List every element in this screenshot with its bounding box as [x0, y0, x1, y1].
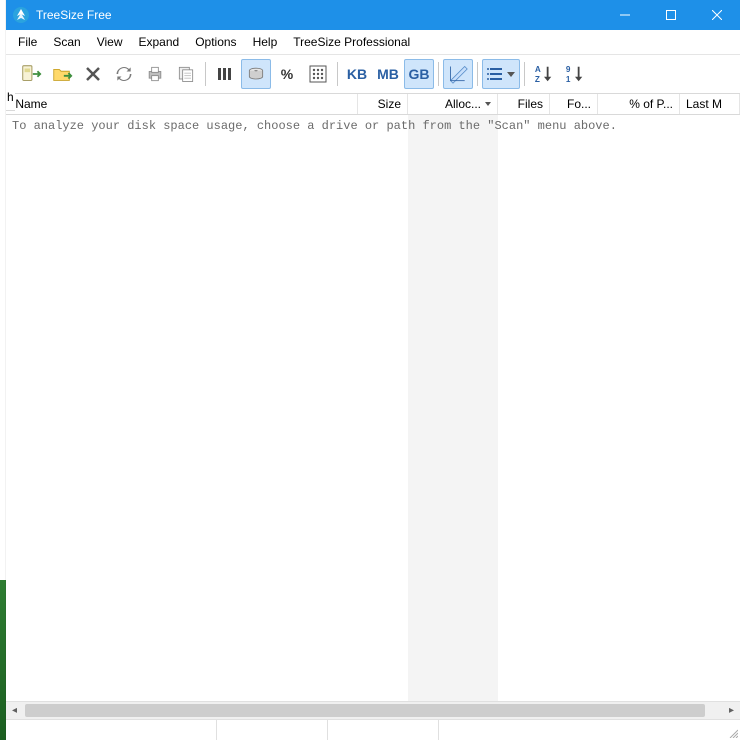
unit-gb-button[interactable]: GB: [404, 59, 434, 89]
select-folder-button[interactable]: [47, 59, 77, 89]
title-bar[interactable]: TreeSize Free: [6, 0, 740, 30]
menu-scan[interactable]: Scan: [45, 34, 88, 50]
list-options-button[interactable]: [482, 59, 520, 89]
scroll-track[interactable]: [23, 702, 723, 719]
app-icon: [12, 6, 30, 24]
scroll-right-arrow-icon[interactable]: ▸: [723, 702, 740, 719]
copy-button[interactable]: [171, 59, 201, 89]
column-size[interactable]: Size: [358, 94, 408, 114]
toolbar-separator: [524, 62, 525, 86]
status-bar: [6, 719, 740, 740]
print-button[interactable]: [140, 59, 170, 89]
svg-text:Z: Z: [535, 75, 540, 84]
svg-text:1: 1: [566, 75, 571, 84]
status-cell-4: [439, 720, 726, 740]
gb-label: GB: [409, 66, 430, 82]
svg-text:9: 9: [566, 65, 571, 74]
column-size-label: Size: [378, 97, 401, 111]
toolbar-separator: [337, 62, 338, 86]
column-folders[interactable]: Fo...: [550, 94, 598, 114]
scroll-thumb[interactable]: [25, 704, 705, 717]
column-header-row: Name Size Alloc... Files Fo... % of P...…: [6, 94, 740, 115]
column-allocated-label: Alloc...: [445, 97, 481, 111]
sort-alpha-button[interactable]: A Z: [529, 59, 559, 89]
remove-button[interactable]: [78, 59, 108, 89]
svg-text:A: A: [535, 65, 541, 74]
column-name-label: Name: [15, 97, 47, 111]
select-drive-button[interactable]: [16, 59, 46, 89]
column-folders-label: Fo...: [567, 97, 591, 111]
refresh-button[interactable]: [109, 59, 139, 89]
bar-chart-button[interactable]: [210, 59, 240, 89]
toolbar-separator: [477, 62, 478, 86]
menu-file[interactable]: File: [10, 34, 45, 50]
column-allocated[interactable]: Alloc...: [408, 94, 498, 114]
scroll-left-arrow-icon[interactable]: ◂: [6, 702, 23, 719]
menu-view[interactable]: View: [89, 34, 131, 50]
toolbar-separator: [205, 62, 206, 86]
percent-button[interactable]: %: [272, 59, 302, 89]
empty-hint-text: To analyze your disk space usage, choose…: [12, 119, 617, 133]
left-header-fragment: h: [6, 90, 15, 111]
allocated-column-shade: [408, 115, 498, 701]
column-last-modified[interactable]: Last M: [680, 94, 740, 114]
app-window: TreeSize Free File Scan View Expand Opti…: [6, 0, 740, 740]
sort-numeric-button[interactable]: 9 1: [560, 59, 590, 89]
window-title: TreeSize Free: [36, 8, 602, 22]
maximize-button[interactable]: [648, 0, 694, 30]
toolbar: % KB MB GB: [6, 55, 740, 94]
menu-help[interactable]: Help: [245, 34, 286, 50]
percent-icon: %: [281, 66, 293, 82]
column-percent-of-parent[interactable]: % of P...: [598, 94, 680, 114]
column-files-label: Files: [518, 97, 543, 111]
horizontal-scrollbar[interactable]: ◂ ▸: [6, 701, 740, 719]
menu-treesize-pro[interactable]: TreeSize Professional: [285, 34, 418, 50]
grid-button[interactable]: [303, 59, 333, 89]
status-cell-3: [328, 720, 439, 740]
disk-button[interactable]: [241, 59, 271, 89]
column-lastm-label: Last M: [686, 97, 722, 111]
menu-options[interactable]: Options: [187, 34, 244, 50]
kb-label: KB: [347, 66, 367, 82]
column-files[interactable]: Files: [498, 94, 550, 114]
column-pct-label: % of P...: [629, 97, 673, 111]
unit-mb-button[interactable]: MB: [373, 59, 403, 89]
tree-grid-body[interactable]: To analyze your disk space usage, choose…: [6, 115, 740, 701]
menu-bar: File Scan View Expand Options Help TreeS…: [6, 30, 740, 55]
resize-grip-icon[interactable]: [726, 720, 740, 740]
close-button[interactable]: [694, 0, 740, 30]
menu-expand[interactable]: Expand: [131, 34, 188, 50]
toolbar-separator: [438, 62, 439, 86]
minimize-button[interactable]: [602, 0, 648, 30]
status-cell-1: [6, 720, 217, 740]
unit-kb-button[interactable]: KB: [342, 59, 372, 89]
status-cell-2: [217, 720, 328, 740]
mb-label: MB: [377, 66, 399, 82]
ruler-button[interactable]: [443, 59, 473, 89]
column-name[interactable]: Name: [6, 94, 358, 114]
